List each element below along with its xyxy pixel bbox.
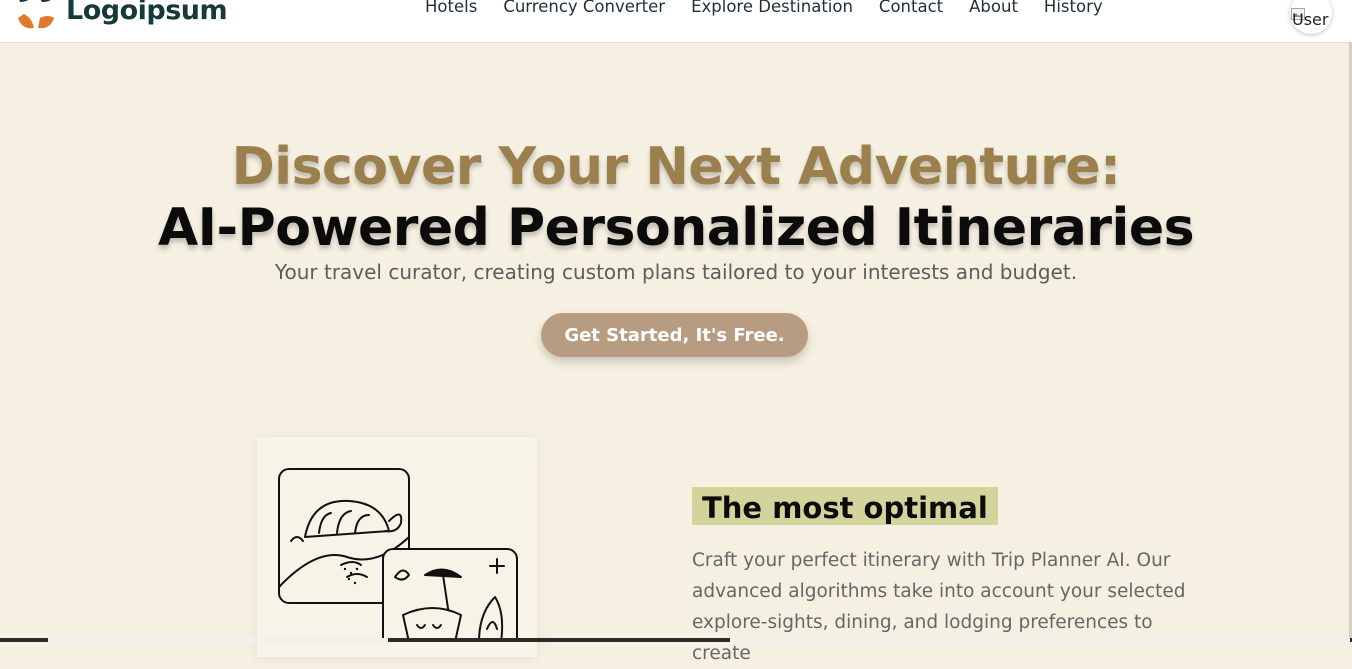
feature-illustration-card xyxy=(257,437,537,657)
main-nav: Hotels Currency Converter Explore Destin… xyxy=(425,0,1103,16)
logo-text: Logoipsum xyxy=(66,0,228,26)
nav-about[interactable]: About xyxy=(969,0,1018,16)
get-started-button[interactable]: Get Started, It's Free. xyxy=(541,313,808,357)
feature-description: Craft your perfect itinerary with Trip P… xyxy=(692,550,1186,664)
user-avatar[interactable]: User xyxy=(1290,0,1332,34)
hero-subtitle: Your travel curator, creating custom pla… xyxy=(274,260,1078,284)
nav-explore-destination[interactable]: Explore Destination xyxy=(691,0,853,16)
hero-section: Discover Your Next Adventure: AI-Powered… xyxy=(0,136,1352,286)
bottom-taskbar-edge xyxy=(0,638,1352,642)
feature-title: The most optimal xyxy=(692,487,998,525)
hero-title-line2: AI-Powered Personalized Itineraries xyxy=(157,198,1195,258)
nav-hotels[interactable]: Hotels xyxy=(425,0,477,16)
logo-mark-icon xyxy=(18,0,54,29)
hero-title: Discover Your Next Adventure: AI-Powered… xyxy=(0,136,1352,258)
travel-illustration-icon xyxy=(278,468,518,642)
nav-history[interactable]: History xyxy=(1044,0,1103,16)
logo[interactable]: Logoipsum xyxy=(16,0,228,34)
hero-title-line1: Discover Your Next Adventure: xyxy=(231,137,1121,197)
nav-contact[interactable]: Contact xyxy=(879,0,943,16)
nav-currency-converter[interactable]: Currency Converter xyxy=(503,0,665,16)
user-avatar-alt-text: User xyxy=(1292,10,1329,29)
top-navbar: Logoipsum Hotels Currency Converter Expl… xyxy=(0,0,1352,43)
